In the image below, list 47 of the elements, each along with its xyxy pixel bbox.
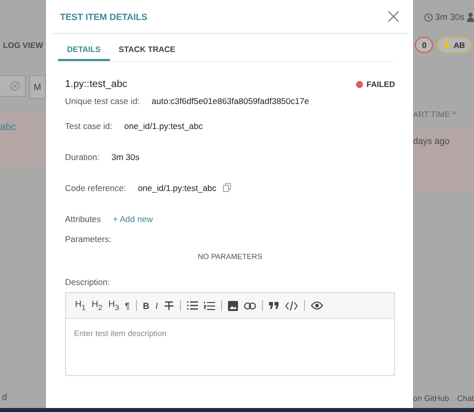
field-value: auto:c3f6df5e01e863fa8059fadf3850c17e (152, 96, 310, 106)
quote-icon[interactable] (268, 302, 279, 309)
heading-button[interactable]: H$_{1}$ (75, 299, 86, 312)
field-label: Parameters: (65, 234, 112, 244)
strikethrough-icon[interactable] (164, 300, 174, 310)
field-label: Test case id: (65, 120, 112, 130)
search-field[interactable] (0, 75, 26, 97)
markdown-editor[interactable]: H$_{1}$ H$_{2}$ H$_{3}$ ¶ B I Enter test item description (65, 292, 395, 376)
field-value: 3m 30s (112, 152, 140, 162)
field-label: Duration: (65, 152, 100, 162)
field-label: Description: (65, 277, 111, 287)
code-icon[interactable] (284, 300, 298, 310)
test-item-name: 1.py::test_abc (65, 78, 128, 90)
field-label: Attributes (65, 214, 101, 224)
field-label: Code reference: (65, 182, 126, 192)
numbered-list-icon[interactable] (204, 300, 215, 310)
footer-text: d (1, 392, 8, 402)
defect-badge[interactable]: AB (437, 37, 472, 53)
start-time-text: days ago (413, 136, 450, 146)
person-icon (466, 12, 474, 22)
table-row[interactable]: days ago (413, 126, 474, 192)
copy-icon[interactable] (223, 183, 232, 192)
link-icon[interactable] (244, 302, 256, 310)
close-icon[interactable] (388, 11, 399, 22)
view-label[interactable]: LOG VIEW (0, 41, 46, 50)
field-value: one_id/1.py:test_abc (124, 120, 203, 130)
heading-button[interactable]: H$_{3}$ (108, 299, 120, 312)
bullet-list-icon[interactable] (186, 301, 198, 310)
eye-icon[interactable] (310, 301, 323, 310)
field-value: one_id/1.py:test_abc (138, 182, 216, 192)
add-new-link[interactable]: + Add new (112, 214, 153, 224)
field-label: Unique test case id: (65, 96, 140, 106)
defect-badge[interactable]: 0 (415, 37, 434, 53)
clock-icon (424, 12, 433, 22)
tab[interactable]: STACK TRACE (110, 41, 184, 61)
image-icon[interactable] (228, 300, 238, 310)
status-label: FAILED (366, 80, 395, 88)
footer-link[interactable]: on GitHub (413, 394, 450, 403)
modal-title: TEST ITEM DETAILS (60, 12, 148, 22)
filter-button[interactable]: M (28, 75, 46, 99)
bold-button[interactable]: B (142, 300, 150, 310)
paragraph-button[interactable]: ¶ (125, 300, 130, 310)
italic-button[interactable]: I (155, 300, 158, 310)
heading-button[interactable]: H$_{2}$ (92, 299, 102, 312)
duration-text: 3m 30s (435, 12, 465, 22)
footer-link[interactable]: Chat (457, 394, 474, 403)
tab[interactable]: DETAILS (58, 41, 110, 61)
